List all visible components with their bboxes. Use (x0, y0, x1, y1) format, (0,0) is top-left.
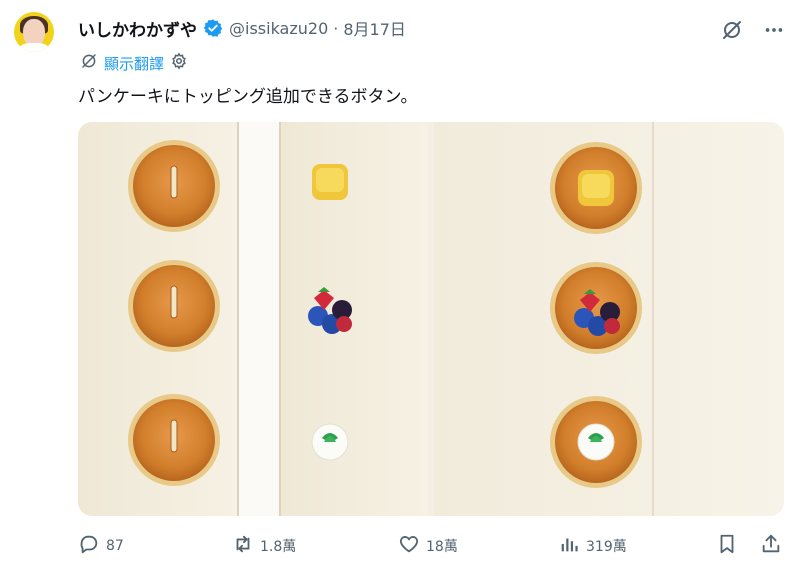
like-icon (398, 533, 420, 559)
author-name[interactable]: いしかわかずや (78, 16, 197, 41)
translate-label[interactable]: 顯示翻譯 (104, 53, 164, 74)
views-count: 319萬 (586, 539, 627, 555)
views-icon (558, 533, 580, 559)
pancake-with-cream (550, 396, 642, 488)
pancake-buttonhole-1 (128, 140, 220, 232)
header-separator: · (333, 18, 339, 38)
like-button[interactable]: 18萬 (398, 532, 458, 560)
pancake-with-berries (550, 262, 642, 354)
share-icon (760, 533, 782, 559)
pancake-buttonhole-2 (128, 260, 220, 352)
avatar[interactable] (14, 12, 54, 52)
pancake-with-butter (550, 142, 642, 234)
retweet-count: 1.8萬 (260, 539, 297, 555)
placket-gap (238, 122, 280, 516)
butter-button (312, 164, 348, 200)
verified-badge-icon (203, 18, 223, 38)
cream-button (311, 423, 349, 461)
share-button[interactable] (760, 532, 782, 560)
translate-settings-icon[interactable] (170, 52, 188, 74)
pancake-buttonhole-3 (128, 394, 220, 486)
avatar-shirt (19, 43, 49, 52)
author-handle[interactable]: @issikazu20 (229, 19, 328, 38)
bookmark-icon (716, 533, 738, 559)
bookmark-button[interactable] (716, 532, 738, 560)
tweet-media[interactable] (78, 122, 784, 516)
retweet-button[interactable]: 1.8萬 (232, 532, 296, 560)
translate-globe-icon (80, 52, 98, 74)
grok-icon[interactable] (718, 16, 746, 44)
action-bar: 87 1.8萬 18萬 319萬 (0, 520, 800, 570)
right-placket-fabric (280, 122, 428, 516)
tweet-header: いしかわかずや @issikazu20 · 8月17日 (78, 15, 406, 41)
reply-icon (78, 533, 100, 559)
tweet-date[interactable]: 8月17日 (343, 16, 406, 40)
views-button[interactable]: 319萬 (558, 532, 627, 560)
photo-right[interactable] (434, 122, 784, 516)
retweet-icon (232, 533, 254, 559)
tweet-text: パンケーキにトッピング追加できるボタン。 (78, 87, 418, 107)
reply-count: 87 (106, 538, 124, 554)
more-icon[interactable] (760, 16, 788, 44)
like-count: 18萬 (426, 539, 458, 555)
translate-link[interactable]: 顯示翻譯 (80, 52, 188, 74)
reply-button[interactable]: 87 (78, 532, 124, 560)
photo-left[interactable] (78, 122, 428, 516)
